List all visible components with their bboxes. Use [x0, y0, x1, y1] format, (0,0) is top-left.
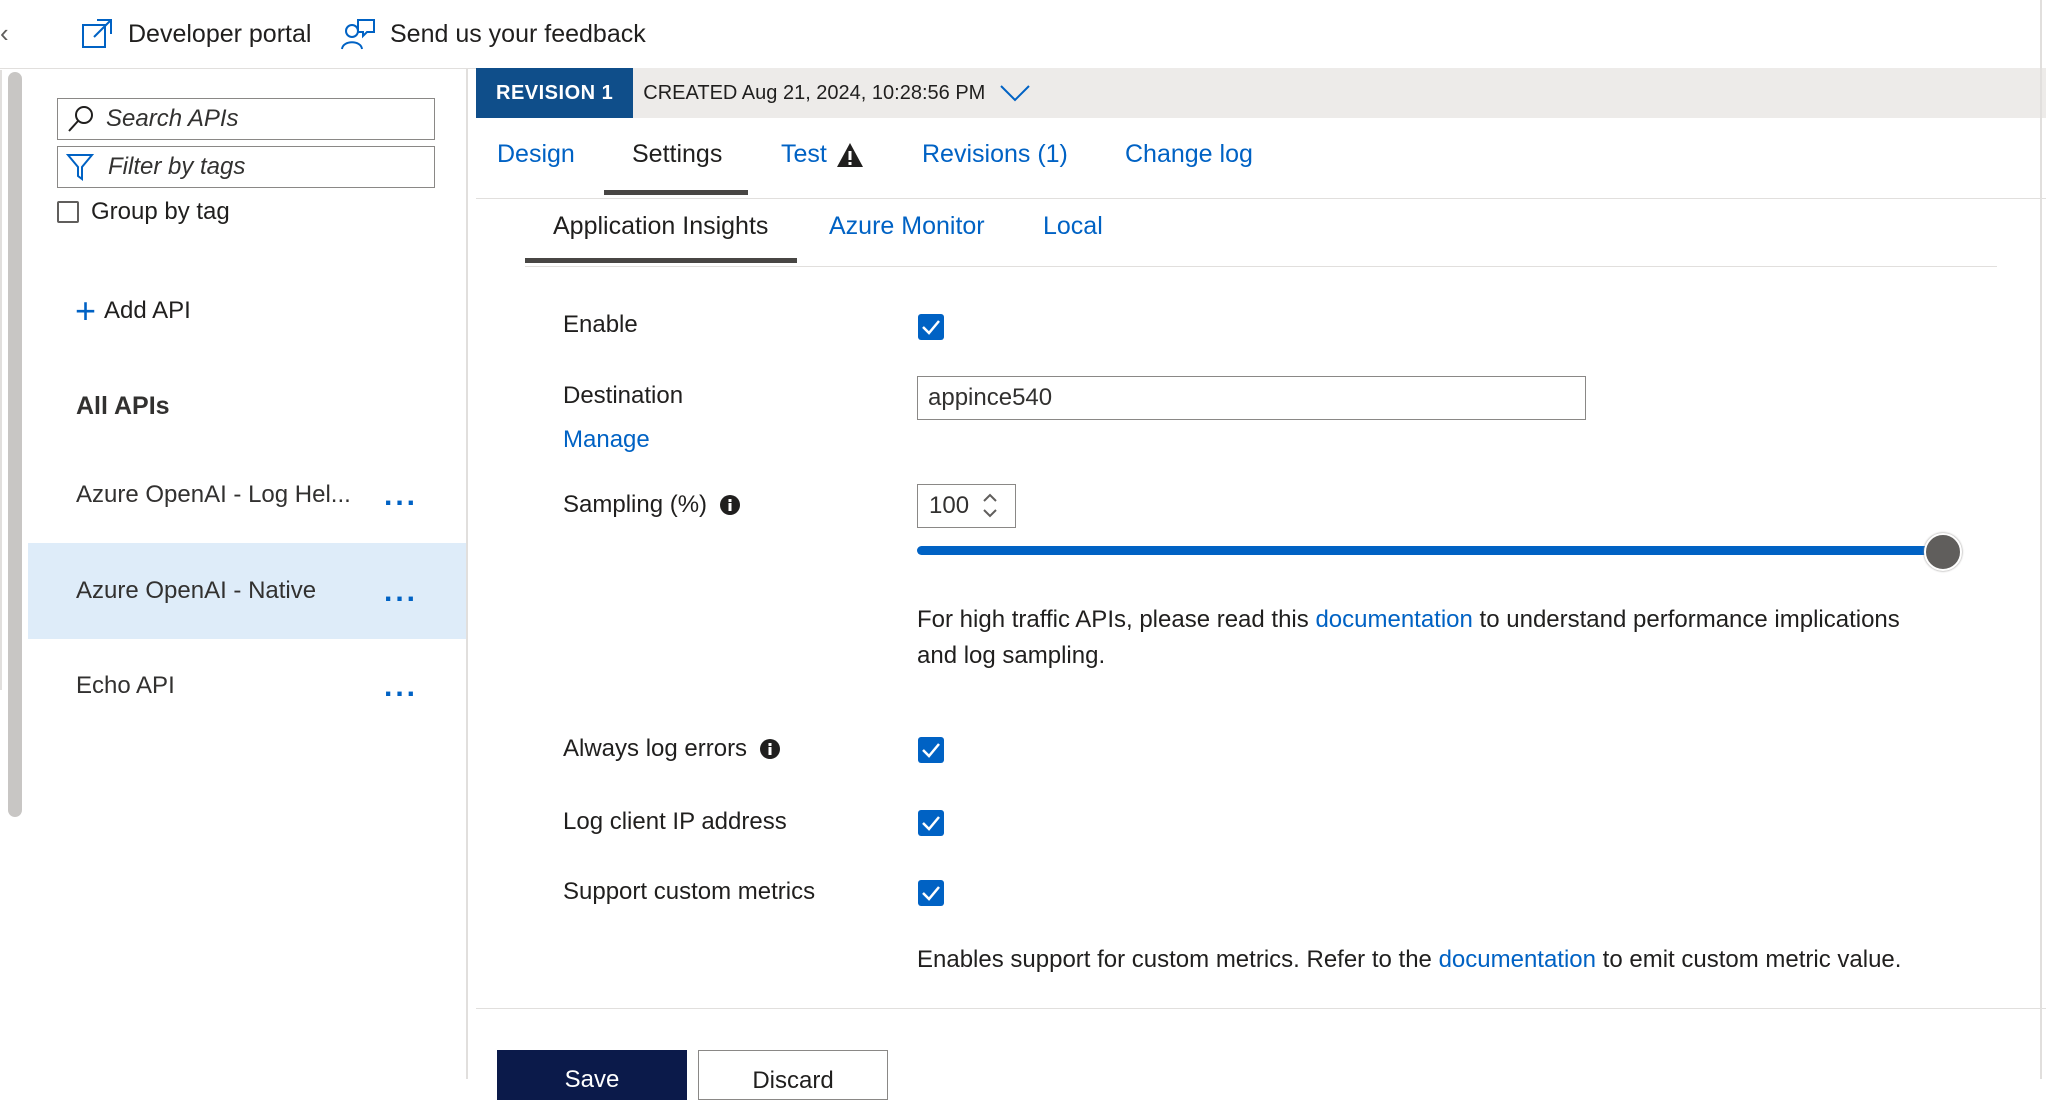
footer-divider — [476, 1008, 2046, 1009]
sampling-note-text: For high traffic APIs, please read this — [917, 606, 1316, 633]
destination-field[interactable]: appince540 — [917, 376, 1586, 420]
sidebar-scrollbar[interactable] — [8, 72, 22, 817]
sampling-label: Sampling (%) — [563, 491, 708, 518]
add-api-label: Add API — [104, 297, 191, 324]
checkmark-icon — [922, 743, 940, 758]
manage-link[interactable]: Manage — [563, 426, 650, 454]
info-icon[interactable] — [759, 738, 781, 760]
search-icon — [68, 106, 93, 132]
warning-icon — [836, 142, 863, 167]
top-toolbar: ‹ Developer portal Send us your feedback — [0, 0, 2046, 69]
chevron-down-icon[interactable] — [999, 83, 1031, 103]
all-apis-heading: All APIs — [76, 392, 170, 420]
discard-button[interactable]: Discard — [698, 1050, 888, 1100]
log-client-ip-checkbox[interactable] — [918, 810, 944, 836]
tab-test-label: Test — [781, 140, 827, 168]
filter-tags-input[interactable] — [108, 153, 408, 181]
tab-active-underline — [604, 190, 748, 195]
group-by-tag-box[interactable] — [57, 201, 79, 223]
custom-note-text-2: to emit custom metric value. — [1596, 946, 1902, 973]
filter-icon — [66, 154, 94, 181]
api-name: Azure OpenAI - Native — [76, 577, 317, 604]
always-log-errors-checkbox[interactable] — [918, 737, 944, 763]
developer-portal-label: Developer portal — [128, 19, 312, 48]
collapse-chevron-icon[interactable]: ‹ — [0, 18, 9, 49]
custom-note-text: Enables support for custom metrics. Refe… — [917, 946, 1439, 973]
api-list-item-selected[interactable]: Azure OpenAI - Native ... — [28, 543, 466, 639]
sampling-stepper[interactable]: 100 — [917, 484, 1016, 528]
api-name: Azure OpenAI - Log Hel... — [76, 481, 351, 508]
search-apis-input[interactable] — [106, 105, 406, 133]
tab-settings[interactable]: Settings — [632, 140, 722, 169]
save-button[interactable]: Save — [497, 1050, 687, 1100]
checkmark-icon — [922, 320, 940, 335]
revision-badge: REVISION 1 — [476, 68, 634, 118]
sampling-slider-track[interactable] — [917, 546, 1941, 555]
tab-test[interactable]: Test — [781, 140, 865, 169]
enable-checkbox[interactable] — [918, 314, 944, 340]
custom-metrics-note: Enables support for custom metrics. Refe… — [917, 942, 1901, 978]
developer-portal-button[interactable]: Developer portal — [80, 14, 311, 54]
subtab-azure-monitor[interactable]: Azure Monitor — [829, 212, 985, 241]
more-options-icon[interactable]: ... — [384, 672, 418, 702]
sampling-label-row: Sampling (%) — [563, 491, 741, 519]
custom-metrics-checkbox[interactable] — [918, 880, 944, 906]
feedback-label: Send us your feedback — [390, 19, 646, 48]
sampling-value: 100 — [929, 492, 970, 519]
group-by-tag-checkbox[interactable]: Group by tag — [57, 198, 230, 226]
tab-design[interactable]: Design — [497, 140, 575, 169]
enable-label: Enable — [563, 311, 638, 338]
subtab-active-underline — [525, 258, 797, 263]
sampling-note: For high traffic APIs, please read this … — [917, 602, 1900, 674]
left-border — [0, 70, 2, 690]
tab-change-log[interactable]: Change log — [1125, 140, 1253, 169]
always-log-errors-label: Always log errors — [563, 735, 748, 762]
external-link-icon — [82, 19, 112, 48]
tab-revisions[interactable]: Revisions (1) — [922, 140, 1068, 169]
search-apis-box[interactable] — [57, 98, 435, 140]
feedback-button[interactable]: Send us your feedback — [340, 14, 646, 54]
group-by-tag-label: Group by tag — [91, 198, 230, 225]
add-api-button[interactable]: + Add API — [75, 290, 191, 331]
stepper-arrows-icon[interactable] — [980, 489, 1000, 523]
destination-value: appince540 — [928, 384, 1053, 411]
custom-documentation-link[interactable]: documentation — [1439, 946, 1596, 973]
api-list-item[interactable]: Echo API ... — [28, 638, 466, 734]
filter-tags-box[interactable] — [57, 146, 435, 188]
more-options-icon[interactable]: ... — [384, 481, 418, 511]
right-edge-border — [2040, 0, 2042, 1079]
checkmark-icon — [922, 816, 940, 831]
more-options-icon[interactable]: ... — [384, 577, 418, 607]
api-name: Echo API — [76, 672, 175, 699]
always-log-errors-row: Always log errors — [563, 735, 781, 763]
revision-bar: REVISION 1 CREATED Aug 21, 2024, 10:28:5… — [476, 68, 2046, 118]
subtab-application-insights[interactable]: Application Insights — [553, 212, 768, 241]
sampling-note-line2: and log sampling. — [917, 642, 1106, 669]
revision-created: CREATED Aug 21, 2024, 10:28:56 PM — [643, 81, 986, 104]
checkmark-icon — [922, 886, 940, 901]
main-tabs: Design Settings Test Revisions (1) Chang… — [476, 118, 2046, 199]
api-list-item[interactable]: Azure OpenAI - Log Hel... ... — [28, 447, 466, 543]
settings-subtabs: Application Insights Azure Monitor Local — [525, 198, 1997, 267]
info-icon[interactable] — [719, 494, 741, 516]
log-client-ip-label: Log client IP address — [563, 808, 787, 835]
feedback-person-icon — [341, 19, 375, 50]
sampling-documentation-link[interactable]: documentation — [1315, 606, 1472, 633]
subtab-local[interactable]: Local — [1043, 212, 1103, 241]
custom-metrics-label: Support custom metrics — [563, 878, 816, 905]
sampling-note-text-2: to understand performance implications — [1472, 606, 1900, 633]
sampling-slider-thumb[interactable] — [1924, 533, 1962, 571]
plus-icon: + — [75, 290, 97, 331]
destination-label: Destination — [563, 382, 684, 409]
